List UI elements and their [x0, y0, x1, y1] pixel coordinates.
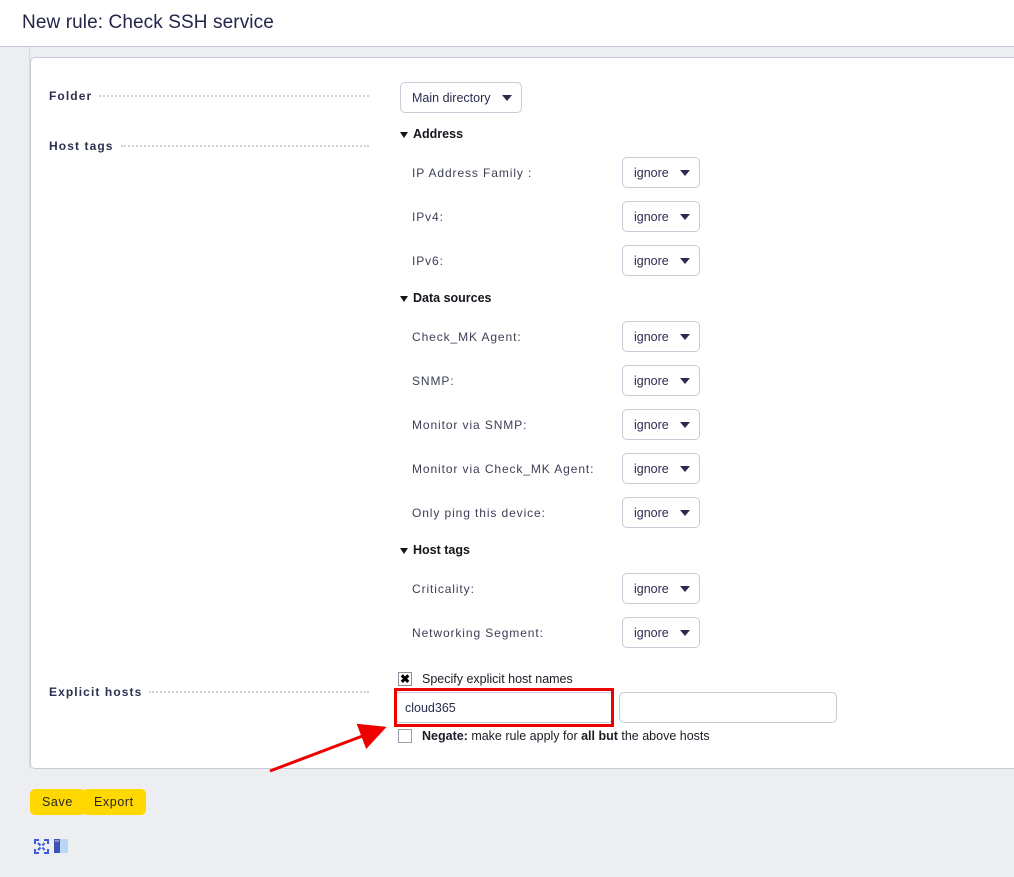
tag-label: IP Address Family : [412, 165, 533, 180]
tag-label: Criticality: [412, 581, 475, 596]
tag-row-criticality: Criticality: ignore [412, 573, 700, 604]
chevron-down-icon [501, 94, 512, 101]
folder-dropdown-label: Main directory [412, 90, 491, 105]
page-root: New rule: Check SSH service Folder Host … [0, 0, 1014, 877]
negate-strong-allbut: all but [581, 729, 618, 743]
tag-label: Monitor via SNMP: [412, 417, 528, 432]
tag-row-monitor-via-snmp: Monitor via SNMP: ignore [412, 409, 700, 440]
label-row-folder: Folder [49, 89, 369, 105]
triangle-down-icon [400, 132, 408, 138]
tag-value-label: ignore [634, 253, 669, 268]
tag-row-monitor-via-check-mk-agent: Monitor via Check_MK Agent: ignore [412, 453, 700, 484]
triangle-down-icon [400, 296, 408, 302]
tag-value-dropdown[interactable]: ignore [622, 365, 700, 396]
tag-value-label: ignore [634, 373, 669, 388]
tag-value-dropdown[interactable]: ignore [622, 497, 700, 528]
section-header-host-tags[interactable]: Host tags [400, 543, 470, 557]
tag-value-label: ignore [634, 461, 669, 476]
tag-value-label: ignore [634, 209, 669, 224]
specify-explicit-hosts-checkbox[interactable]: ✖ [398, 672, 412, 686]
tag-value-label: ignore [634, 329, 669, 344]
chevron-down-icon [679, 465, 690, 472]
explicit-host-input-2[interactable] [619, 692, 837, 723]
tag-row-networking-segment: Networking Segment: ignore [412, 617, 700, 648]
label-host-tags: Host tags [49, 139, 114, 153]
section-title: Address [413, 127, 464, 141]
leader-dots [120, 145, 369, 147]
chevron-down-icon [679, 213, 690, 220]
specify-explicit-hosts-label: Specify explicit host names [422, 672, 573, 686]
chevron-down-icon [679, 333, 690, 340]
tag-value-label: ignore [634, 417, 669, 432]
leader-dots [149, 691, 369, 693]
tag-value-label: ignore [634, 581, 669, 596]
label-explicit-hosts: Explicit hosts [49, 685, 143, 699]
section-title: Host tags [413, 543, 470, 557]
page-title: New rule: Check SSH service [22, 12, 274, 33]
tag-value-dropdown[interactable]: ignore [622, 157, 700, 188]
chevron-down-icon [679, 169, 690, 176]
folder-dropdown[interactable]: Main directory [400, 82, 522, 113]
rule-form-panel: Folder Host tags Explicit hosts Main dir… [30, 57, 1014, 769]
tag-row-ipv4: IPv4: ignore [412, 201, 700, 232]
tag-value-dropdown[interactable]: ignore [622, 321, 700, 352]
tag-value-label: ignore [634, 505, 669, 520]
specify-explicit-hosts-row: ✖ Specify explicit host names [398, 672, 573, 686]
chevron-down-icon [679, 421, 690, 428]
section-header-address[interactable]: Address [400, 127, 463, 141]
negate-checkbox[interactable] [398, 729, 412, 743]
chevron-down-icon [679, 629, 690, 636]
chevron-down-icon [679, 257, 690, 264]
tag-row-ipv6: IPv6: ignore [412, 245, 700, 276]
title-bar: New rule: Check SSH service [0, 0, 1014, 47]
export-button[interactable]: Export [82, 789, 146, 815]
left-gutter [0, 47, 30, 769]
tag-label: Networking Segment: [412, 625, 544, 640]
section-header-data-sources[interactable]: Data sources [400, 291, 492, 305]
negate-tail-text: the above hosts [617, 729, 710, 743]
leader-dots [99, 95, 369, 97]
chevron-down-icon [679, 509, 690, 516]
tag-value-dropdown[interactable]: ignore [622, 573, 700, 604]
tag-value-dropdown[interactable]: ignore [622, 453, 700, 484]
chevron-down-icon [679, 585, 690, 592]
tag-label: Monitor via Check_MK Agent: [412, 461, 595, 476]
tag-value-label: ignore [634, 625, 669, 640]
tag-label: Check_MK Agent: [412, 329, 522, 344]
label-row-explicit-hosts: Explicit hosts [49, 685, 369, 701]
tag-label: IPv6: [412, 253, 444, 268]
tag-row-check-mk-agent: Check_MK Agent: ignore [412, 321, 700, 352]
save-button[interactable]: Save [30, 789, 85, 815]
label-row-host-tags: Host tags [49, 139, 369, 155]
chevron-down-icon [679, 377, 690, 384]
tag-row-snmp: SNMP: ignore [412, 365, 700, 396]
label-folder: Folder [49, 89, 93, 103]
negate-row: Negate: make rule apply for all but the … [398, 729, 710, 743]
triangle-down-icon [400, 548, 408, 554]
tag-value-dropdown[interactable]: ignore [622, 409, 700, 440]
negate-strong-prefix: Negate: [422, 729, 468, 743]
section-title: Data sources [413, 291, 492, 305]
tag-label: IPv4: [412, 209, 444, 224]
tag-value-dropdown[interactable]: ignore [622, 245, 700, 276]
tag-row-ip-address-family: IP Address Family : ignore [412, 157, 700, 188]
tag-value-label: ignore [634, 165, 669, 180]
tag-value-dropdown[interactable]: ignore [622, 617, 700, 648]
negate-mid-text: make rule apply for [467, 729, 582, 743]
explicit-host-input-1[interactable] [395, 692, 613, 723]
tag-value-dropdown[interactable]: ignore [622, 201, 700, 232]
expand-icon[interactable] [34, 839, 49, 859]
negate-label: Negate: make rule apply for all but the … [422, 729, 710, 743]
tag-label: Only ping this device: [412, 505, 546, 520]
tag-row-only-ping-this-device: Only ping this device: ignore [412, 497, 700, 528]
tag-label: SNMP: [412, 373, 455, 388]
layout-icon[interactable] [54, 839, 68, 858]
